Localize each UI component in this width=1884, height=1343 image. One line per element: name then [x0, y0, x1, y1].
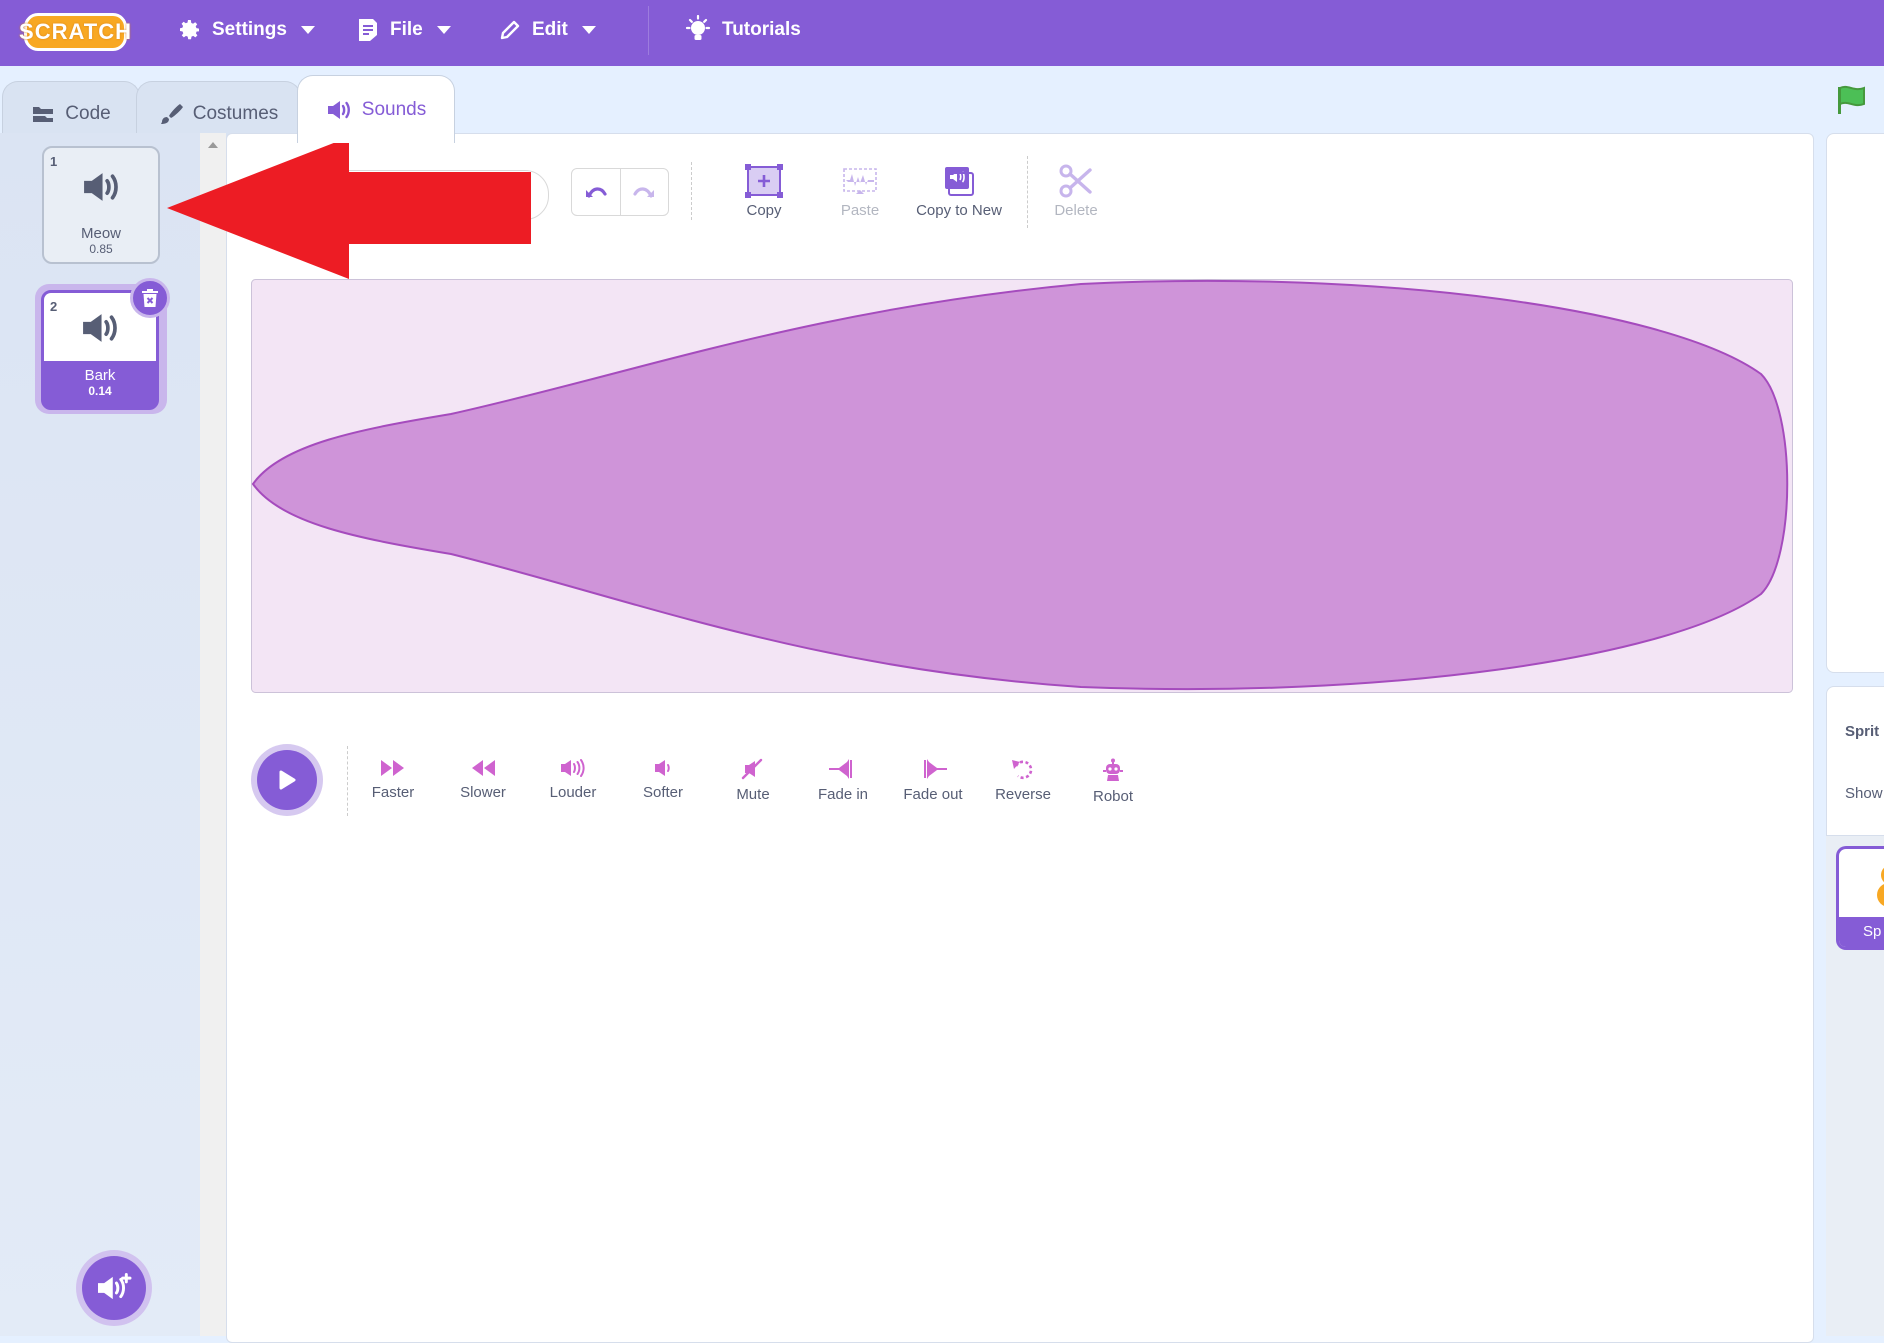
- undo-icon: [585, 187, 607, 198]
- effect-fade-out-button[interactable]: Fade out: [888, 758, 978, 803]
- edit-label: Edit: [532, 19, 568, 40]
- add-sound-icon: [98, 1272, 132, 1300]
- effect-fade-in-button[interactable]: Fade in: [798, 758, 888, 803]
- tab-code-label: Code: [65, 102, 111, 124]
- undo-redo-group: [571, 168, 669, 216]
- rewind-icon: [472, 760, 495, 776]
- fade-out-icon: [924, 759, 947, 779]
- settings-label: Settings: [212, 19, 287, 40]
- sound-list-scrollbar[interactable]: [200, 133, 226, 1336]
- delete-label: Delete: [1054, 202, 1098, 219]
- stage[interactable]: [1826, 133, 1884, 673]
- show-label: Show: [1845, 785, 1883, 802]
- play-icon: [279, 770, 296, 790]
- chevron-down-icon: [300, 26, 315, 34]
- gear-icon: [180, 20, 199, 40]
- copy-label: Copy: [746, 202, 782, 219]
- redo-button[interactable]: [621, 169, 669, 215]
- effect-label: Fade out: [903, 786, 963, 803]
- paste-icon: [843, 168, 877, 194]
- fade-in-icon: [829, 759, 852, 779]
- sprite-info-panel: Sprit Show: [1826, 686, 1884, 836]
- effect-softer-button[interactable]: Softer: [618, 758, 708, 801]
- sound-name: Bark: [84, 367, 116, 384]
- add-sound-button[interactable]: [76, 1250, 152, 1326]
- speaker-icon: [327, 100, 350, 119]
- effect-label: Fade in: [817, 786, 869, 803]
- mute-icon: [741, 758, 763, 780]
- lightbulb-icon: [685, 15, 711, 40]
- menu-bar: SCRATCH Settings File Edit Tutorials: [0, 0, 1884, 66]
- sound-index: 2: [50, 299, 58, 314]
- chevron-down-icon: [581, 26, 596, 34]
- sprite-tile[interactable]: Sp: [1836, 846, 1884, 950]
- effect-label: Louder: [549, 784, 597, 801]
- robot-icon: [1103, 758, 1123, 781]
- tab-costumes-label: Costumes: [192, 102, 279, 124]
- brush-icon: [160, 103, 183, 124]
- effect-faster-button[interactable]: Faster: [348, 758, 438, 801]
- paste-button[interactable]: Paste: [805, 164, 915, 219]
- paste-label: Paste: [840, 202, 880, 219]
- fast-forward-icon: [381, 760, 404, 776]
- scratch-logo[interactable]: SCRATCH: [19, 13, 131, 51]
- copy-to-new-label: Copy to New: [916, 202, 1002, 219]
- sprite-label: Sprit: [1845, 723, 1880, 740]
- sound-tile-meow[interactable]: 1 Meow 0.85: [42, 146, 160, 264]
- cat-sprite-icon: [1877, 867, 1884, 906]
- trash-icon: [142, 289, 158, 307]
- settings-menu[interactable]: Settings: [178, 0, 315, 60]
- green-flag-icon[interactable]: [1834, 84, 1870, 116]
- sound-duration: 0.85: [89, 242, 113, 256]
- speaker-icon: [84, 173, 118, 201]
- file-icon: [359, 19, 377, 41]
- tab-sounds[interactable]: Sounds: [297, 75, 455, 143]
- copy-to-new-button[interactable]: Copy to New: [901, 164, 1017, 219]
- effect-label: Reverse: [995, 786, 1051, 803]
- effect-label: Slower: [460, 784, 506, 801]
- speaker-icon: [83, 314, 117, 342]
- undo-button[interactable]: [572, 169, 621, 215]
- code-blocks-icon: [33, 106, 54, 122]
- sprite-tile-label: Sp: [1839, 917, 1884, 947]
- copy-to-new-icon: [945, 167, 974, 196]
- effect-mute-button[interactable]: Mute: [708, 758, 798, 803]
- file-label: File: [390, 19, 423, 40]
- pencil-icon: [500, 20, 520, 40]
- tutorials-label: Tutorials: [722, 19, 801, 40]
- reverse-icon: [1012, 760, 1033, 780]
- scissors-icon: [1059, 164, 1092, 198]
- redo-icon: [633, 187, 655, 198]
- copy-button[interactable]: Copy: [709, 164, 819, 219]
- effect-label: Robot: [1092, 788, 1134, 805]
- volume-down-icon: [655, 760, 670, 776]
- toolbar-divider: [691, 162, 693, 220]
- copy-icon: [745, 164, 783, 198]
- edit-menu[interactable]: Edit: [498, 0, 596, 60]
- menu-divider: [648, 6, 649, 55]
- effect-slower-button[interactable]: Slower: [438, 758, 528, 801]
- effect-label: Faster: [371, 784, 415, 801]
- volume-up-icon: [561, 759, 585, 777]
- annotation-arrow: [167, 137, 531, 279]
- tab-sounds-label: Sounds: [361, 98, 427, 120]
- play-button[interactable]: [251, 744, 323, 816]
- sound-index: 1: [50, 154, 58, 169]
- sound-name: Meow: [80, 225, 121, 242]
- sound-editor: Copy Paste Copy to New Delete Faster Slo…: [226, 133, 1814, 1343]
- tutorials-menu[interactable]: Tutorials: [684, 0, 801, 60]
- chevron-down-icon: [436, 26, 451, 34]
- effect-label: Softer: [642, 784, 684, 801]
- file-menu[interactable]: File: [356, 0, 451, 60]
- delete-button[interactable]: Delete: [1021, 164, 1131, 219]
- delete-sound-button[interactable]: [130, 278, 170, 318]
- effect-louder-button[interactable]: Louder: [528, 758, 618, 801]
- effect-robot-button[interactable]: Robot: [1068, 758, 1158, 805]
- effect-label: Mute: [736, 786, 770, 803]
- waveform[interactable]: [251, 279, 1793, 693]
- effect-reverse-button[interactable]: Reverse: [978, 758, 1068, 803]
- sound-duration: 0.14: [88, 384, 112, 398]
